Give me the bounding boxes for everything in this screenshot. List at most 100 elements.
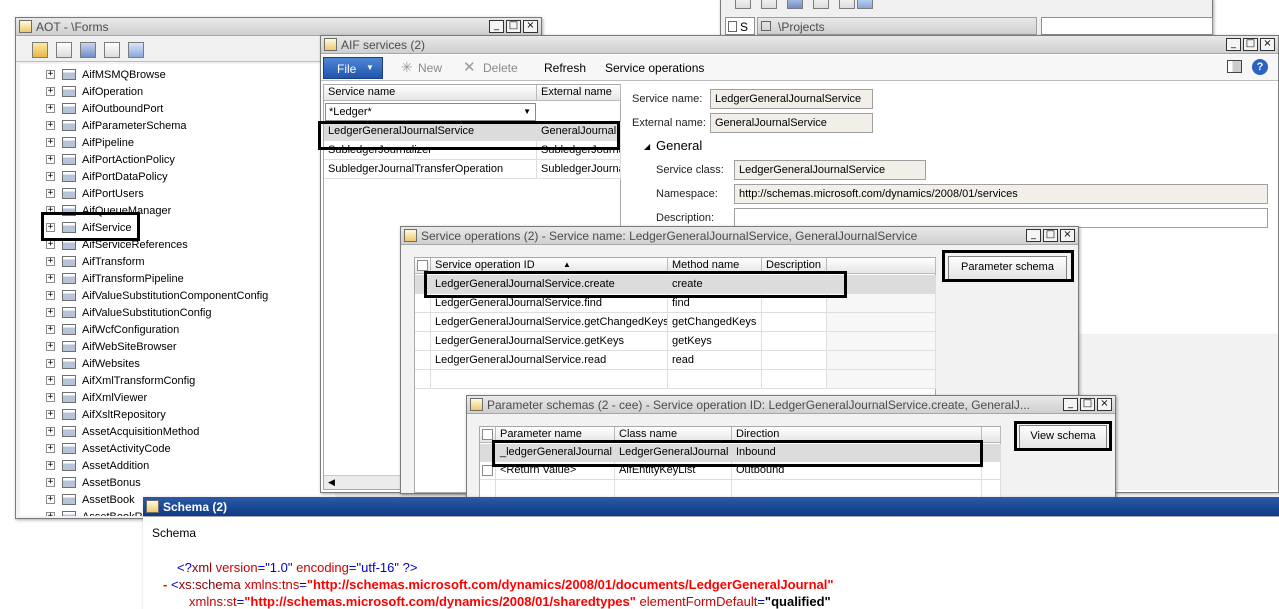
op-row-id[interactable]: LedgerGeneralJournalService.read: [431, 351, 668, 370]
col-description[interactable]: Description: [762, 258, 827, 274]
save-all-icon[interactable]: [80, 42, 96, 58]
param-row-name[interactable]: _ledgerGeneralJournal: [496, 444, 615, 462]
minimize-button[interactable]: _: [1226, 38, 1241, 51]
op-row-id[interactable]: LedgerGeneralJournalService.create: [431, 275, 668, 294]
op-row-marker[interactable]: [415, 332, 431, 351]
expand-icon[interactable]: +: [46, 206, 55, 215]
tree-item[interactable]: + AifServiceReferences: [20, 237, 335, 254]
tree-item[interactable]: + AifPortUsers: [20, 186, 335, 203]
tree-item[interactable]: + AifMSMQBrowse: [20, 67, 335, 84]
param-row-class[interactable]: AifEntityKeyList: [615, 462, 732, 480]
tree-item[interactable]: + AifPortActionPolicy: [20, 152, 335, 169]
op-row-id[interactable]: LedgerGeneralJournalService.getKeys: [431, 332, 668, 351]
op-row-marker[interactable]: [415, 294, 431, 313]
param-row-direction[interactable]: Inbound: [732, 444, 982, 462]
tree-item[interactable]: + AifWebsites: [20, 356, 335, 373]
expand-icon[interactable]: +: [46, 189, 55, 198]
param-row-name[interactable]: <Return Value>: [496, 462, 615, 480]
general-collapse-icon[interactable]: ◢: [644, 142, 650, 151]
expand-icon[interactable]: +: [46, 478, 55, 487]
expand-icon[interactable]: +: [46, 359, 55, 368]
op-row-id[interactable]: LedgerGeneralJournalService.find: [431, 294, 668, 313]
tree-item[interactable]: + AifXsltRepository: [20, 407, 335, 424]
tree-item[interactable]: + AifParameterSchema: [20, 118, 335, 135]
op-row-marker[interactable]: [415, 351, 431, 370]
expand-icon[interactable]: +: [46, 427, 55, 436]
op-row-marker[interactable]: [415, 370, 431, 389]
expand-icon[interactable]: +: [46, 87, 55, 96]
projects-tab[interactable]: S: [725, 17, 755, 35]
file-menu-button[interactable]: File ▼: [323, 57, 383, 79]
scroll-left-icon[interactable]: ◀: [328, 477, 335, 488]
tree-item[interactable]: + AifService: [20, 220, 335, 237]
tree-item[interactable]: + AifValueSubstitutionComponentConfig: [20, 288, 335, 305]
namespace-field[interactable]: http://schemas.microsoft.com/dynamics/20…: [734, 184, 1268, 204]
expand-icon[interactable]: +: [46, 512, 55, 516]
aif-titlebar[interactable]: AIF services (2) _ □ ×: [321, 36, 1278, 54]
expand-icon[interactable]: +: [46, 240, 55, 249]
tree-item[interactable]: + AifPortDataPolicy: [20, 169, 335, 186]
expand-icon[interactable]: +: [46, 495, 55, 504]
select-all-checkbox[interactable]: [417, 260, 428, 271]
param-row-class[interactable]: LedgerGeneralJournal: [615, 444, 732, 462]
toolbar-icon-3[interactable]: [787, 0, 803, 9]
tree-item[interactable]: + AifTransformPipeline: [20, 271, 335, 288]
op-row-method[interactable]: getKeys: [668, 332, 762, 351]
service-row-name[interactable]: LedgerGeneralJournalService: [324, 122, 537, 141]
expand-icon[interactable]: +: [46, 223, 55, 232]
tree-item[interactable]: + AifTransform: [20, 254, 335, 271]
expand-icon[interactable]: +: [46, 325, 55, 334]
svcops-titlebar[interactable]: Service operations (2) - Service name: L…: [401, 227, 1078, 245]
expand-icon[interactable]: +: [46, 104, 55, 113]
toolbar-icon-6[interactable]: [857, 0, 873, 9]
properties-icon[interactable]: [56, 42, 72, 58]
maximize-button[interactable]: □: [506, 20, 521, 33]
select-all-header[interactable]: [480, 427, 496, 443]
op-row-method[interactable]: getChangedKeys: [668, 313, 762, 332]
param-row-direction[interactable]: [732, 480, 982, 498]
expand-icon[interactable]: +: [46, 274, 55, 283]
close-button[interactable]: ×: [1097, 398, 1112, 411]
param-row-name[interactable]: [496, 480, 615, 498]
close-button[interactable]: ×: [1060, 229, 1075, 242]
col-parameter-name[interactable]: Parameter name: [496, 427, 615, 443]
service-name-field[interactable]: LedgerGeneralJournalService: [710, 89, 873, 109]
tree-item[interactable]: + AssetBonus: [20, 475, 335, 492]
op-row-description[interactable]: [762, 294, 827, 313]
tree-item[interactable]: + AssetAcquisitionMethod: [20, 424, 335, 441]
minimize-button[interactable]: _: [489, 20, 504, 33]
expand-icon[interactable]: +: [46, 291, 55, 300]
toolbar-icon-2[interactable]: [761, 0, 777, 9]
op-row-id[interactable]: LedgerGeneralJournalService.getChangedKe…: [431, 313, 668, 332]
expand-icon[interactable]: +: [46, 376, 55, 385]
import-icon[interactable]: [128, 42, 144, 58]
op-row-id[interactable]: [431, 370, 668, 389]
op-row-method[interactable]: create: [668, 275, 762, 294]
layout-icon[interactable]: [1227, 60, 1242, 73]
service-row-external[interactable]: SubledgerJourna: [537, 141, 621, 160]
service-operations-button[interactable]: Service operations: [605, 61, 704, 75]
param-row-marker[interactable]: [480, 462, 496, 480]
op-row-description[interactable]: [762, 275, 827, 294]
params-titlebar[interactable]: Parameter schemas (2 - cee) - Service op…: [467, 396, 1115, 414]
param-row-class[interactable]: [615, 480, 732, 498]
select-all-checkbox[interactable]: [482, 429, 493, 440]
tree-item[interactable]: + AifXmlTransformConfig: [20, 373, 335, 390]
op-row-method[interactable]: find: [668, 294, 762, 313]
col-service-name[interactable]: Service name: [324, 85, 537, 101]
close-button[interactable]: ×: [1260, 38, 1275, 51]
col-external-name[interactable]: External name: [537, 85, 621, 101]
tree-item[interactable]: + AifPipeline: [20, 135, 335, 152]
service-row-name[interactable]: SubledgerJournalTransferOperation: [324, 160, 537, 179]
close-button[interactable]: ×: [523, 20, 538, 33]
op-row-marker[interactable]: [415, 313, 431, 332]
expand-icon[interactable]: +: [46, 155, 55, 164]
expand-icon[interactable]: +: [46, 444, 55, 453]
view-schema-button[interactable]: View schema: [1019, 425, 1107, 449]
expand-icon[interactable]: +: [46, 121, 55, 130]
toolbar-icon-1[interactable]: [735, 0, 751, 9]
param-row-marker[interactable]: [480, 444, 496, 462]
tree-item[interactable]: + AssetActivityCode: [20, 441, 335, 458]
param-row-marker[interactable]: [480, 480, 496, 498]
toolbar-icon-4[interactable]: [813, 0, 829, 9]
